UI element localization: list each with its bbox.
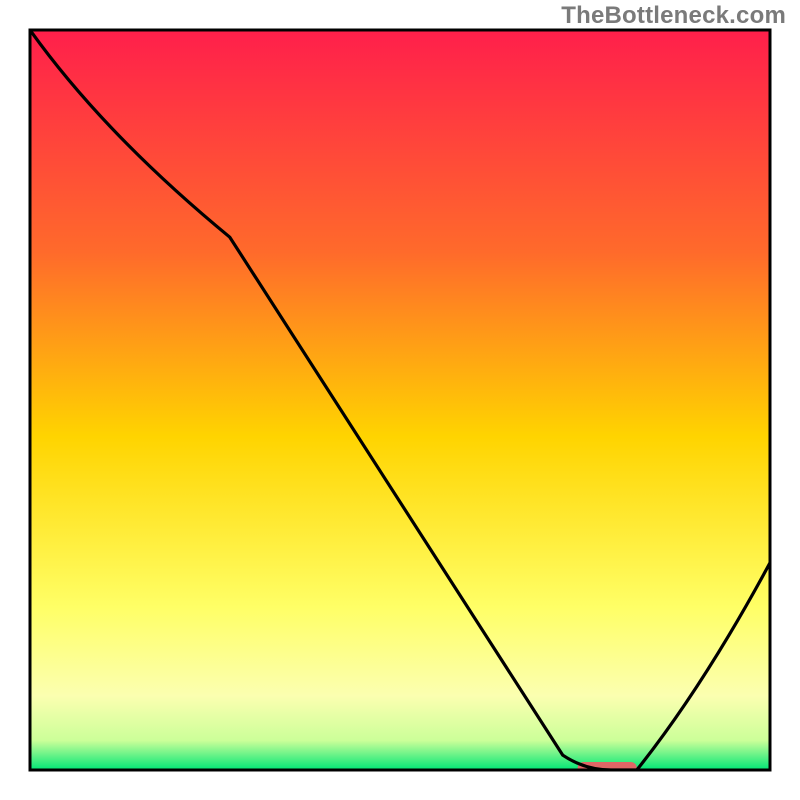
chart-container: TheBottleneck.com bbox=[0, 0, 800, 800]
watermark-text: TheBottleneck.com bbox=[561, 2, 786, 30]
gradient-background bbox=[30, 30, 770, 770]
bottleneck-chart bbox=[0, 0, 800, 800]
